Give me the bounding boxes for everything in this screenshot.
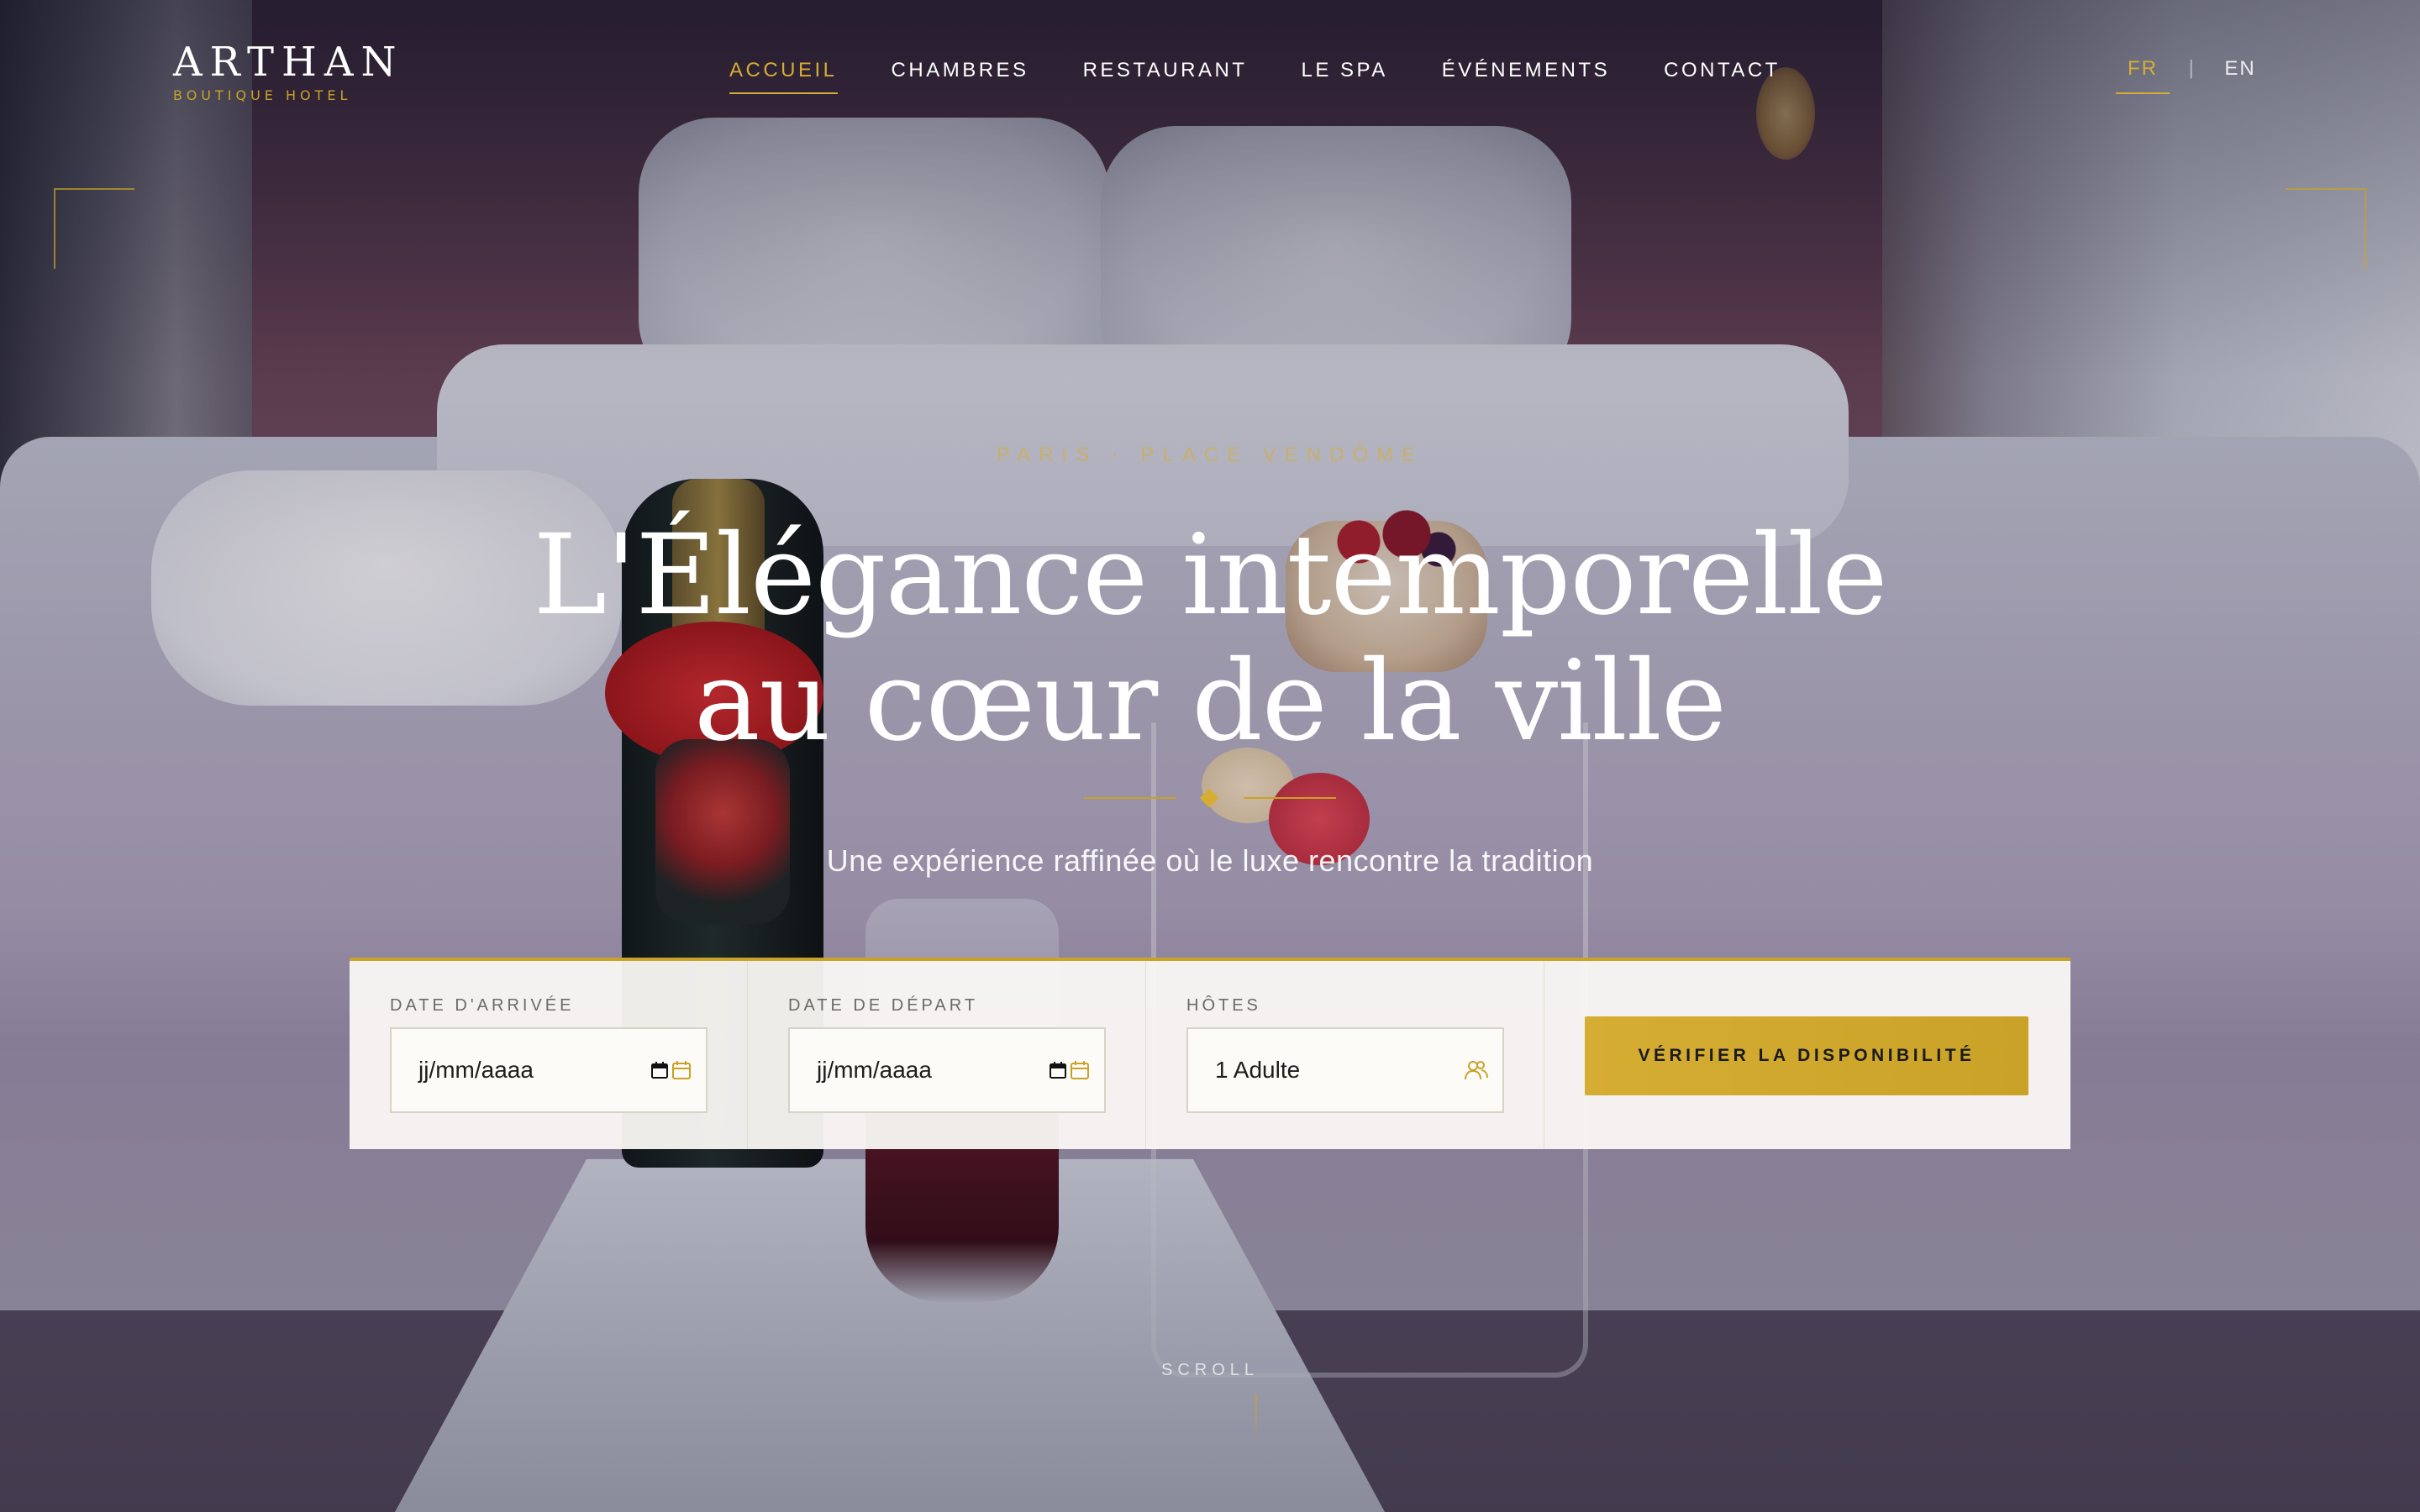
language-separator: | bbox=[2188, 58, 2195, 79]
hero-title-line-1: L'Élégance intemporelle bbox=[533, 511, 1887, 640]
scroll-indicator-line bbox=[1255, 1394, 1257, 1441]
nav-item-chambres[interactable]: CHAMBRES bbox=[892, 59, 1029, 94]
booking-form: DATE D'ARRIVÉE jj/mm/aaaa DATE DE DÉPART… bbox=[350, 958, 2070, 1149]
users-icon bbox=[1465, 1061, 1488, 1080]
language-fr[interactable]: FR bbox=[2116, 57, 2170, 94]
booking-action: VÉRIFIER LA DISPONIBILITÉ bbox=[1544, 961, 2070, 1149]
arrival-date-field: DATE D'ARRIVÉE jj/mm/aaaa bbox=[350, 961, 748, 1149]
divider-line-left bbox=[1084, 797, 1176, 799]
gold-calendar-icon bbox=[672, 1061, 691, 1079]
arrival-date-placeholder: jj/mm/aaaa bbox=[418, 1057, 534, 1083]
nav-item-contact[interactable]: CONTACT bbox=[1664, 59, 1781, 94]
departure-date-input[interactable]: jj/mm/aaaa bbox=[788, 1027, 1106, 1113]
nav-item-restaurant[interactable]: RESTAURANT bbox=[1083, 59, 1248, 94]
hero-location: PARIS · PLACE VENDÔME bbox=[996, 444, 1424, 466]
ornamental-divider bbox=[1084, 788, 1336, 808]
corner-ornament-left bbox=[54, 188, 134, 269]
departure-date-field: DATE DE DÉPART jj/mm/aaaa bbox=[748, 961, 1146, 1149]
nav-item-accueil[interactable]: ACCUEIL bbox=[729, 59, 838, 94]
language-en[interactable]: EN bbox=[2212, 57, 2267, 92]
guests-label: HÔTES bbox=[1186, 996, 1261, 1015]
corner-ornament-right bbox=[2286, 188, 2366, 269]
brand-name: ARTHAN bbox=[173, 39, 404, 86]
guests-field: HÔTES 1 Adulte bbox=[1146, 961, 1544, 1149]
divider-line-right bbox=[1244, 797, 1336, 799]
guests-select[interactable]: 1 Adulte bbox=[1186, 1027, 1504, 1113]
calendar-icon[interactable] bbox=[1049, 1059, 1091, 1081]
hero-title-line-2: au cœur de la ville bbox=[694, 637, 1727, 766]
language-switcher: FR | EN bbox=[2116, 57, 2268, 94]
arrival-date-input[interactable]: jj/mm/aaaa bbox=[390, 1027, 708, 1113]
calendar-icon[interactable] bbox=[650, 1059, 692, 1081]
departure-date-label: DATE DE DÉPART bbox=[788, 996, 979, 1015]
brand-logo[interactable]: ARTHAN BOUTIQUE HOTEL bbox=[173, 39, 404, 103]
hero-title: L'Élégance intemporelle au cœur de la vi… bbox=[0, 512, 2420, 764]
nav-item-evenements[interactable]: ÉVÉNEMENTS bbox=[1442, 59, 1610, 94]
departure-date-placeholder: jj/mm/aaaa bbox=[817, 1057, 932, 1083]
check-availability-button[interactable]: VÉRIFIER LA DISPONIBILITÉ bbox=[1585, 1016, 2028, 1095]
hero-subtitle: Une expérience raffinée où le luxe renco… bbox=[826, 843, 1594, 878]
native-calendar-icon bbox=[651, 1062, 668, 1079]
nav-item-le-spa[interactable]: LE SPA bbox=[1301, 59, 1387, 94]
brand-tagline: BOUTIQUE HOTEL bbox=[173, 87, 352, 103]
gold-calendar-icon bbox=[1071, 1061, 1089, 1079]
guests-value: 1 Adulte bbox=[1215, 1057, 1301, 1083]
diamond-icon bbox=[1199, 788, 1219, 808]
native-calendar-icon bbox=[1050, 1062, 1066, 1079]
main-navigation: ACCUEIL CHAMBRES RESTAURANT LE SPA ÉVÉNE… bbox=[729, 59, 1781, 94]
arrival-date-label: DATE D'ARRIVÉE bbox=[390, 996, 575, 1015]
scroll-indicator-label[interactable]: SCROLL bbox=[0, 1361, 2420, 1380]
